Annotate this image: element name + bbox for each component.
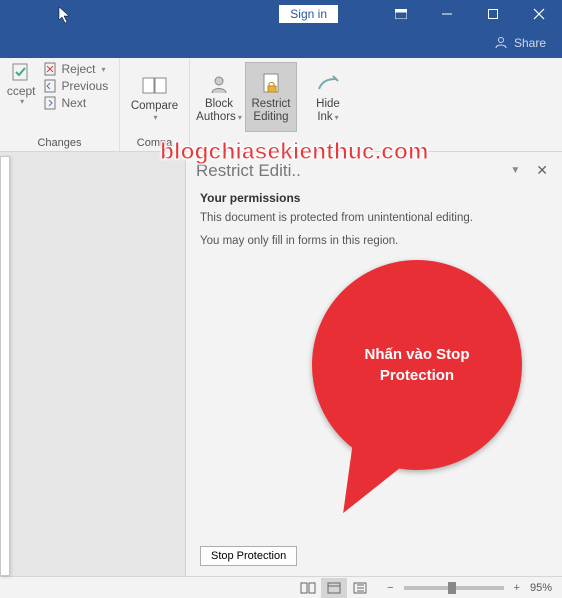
print-layout-button[interactable] xyxy=(321,578,347,598)
zoom-level[interactable]: 95% xyxy=(530,582,552,594)
block-authors-button[interactable]: Block Authors▾ xyxy=(193,62,245,132)
next-button[interactable]: Next xyxy=(40,96,113,110)
ribbon-group-compare: Compare ▾ Compa xyxy=(120,58,190,151)
ribbon-group-protect: Block Authors▾ Restrict Editing xyxy=(190,58,300,151)
share-icon xyxy=(494,35,508,52)
ribbon: ccept ▾ Reject▾ Previous Next Changes xyxy=(0,58,562,152)
zoom-controls: − + 95% xyxy=(383,582,552,594)
sign-in-button[interactable]: Sign in xyxy=(279,5,338,23)
ribbon-group-ink: Hide Ink▾ xyxy=(300,58,356,151)
zoom-out-button[interactable]: − xyxy=(383,582,397,594)
restrict-editing-pane: Restrict Editi.. ▼ ✕ Your permissions Th… xyxy=(185,152,562,576)
status-bar: − + 95% xyxy=(0,576,562,598)
group-label-compare: Compa xyxy=(137,137,172,149)
web-layout-button[interactable] xyxy=(347,578,373,598)
pane-close-button[interactable]: ✕ xyxy=(532,160,552,181)
window-controls xyxy=(378,0,562,28)
ribbon-display-icon[interactable] xyxy=(378,0,424,28)
minimize-button[interactable] xyxy=(424,0,470,28)
zoom-in-button[interactable]: + xyxy=(510,582,524,594)
ribbon-group-changes: ccept ▾ Reject▾ Previous Next Changes xyxy=(0,58,120,151)
content-area: Restrict Editi.. ▼ ✕ Your permissions Th… xyxy=(0,152,562,576)
permissions-text-1: This document is protected from unintent… xyxy=(200,211,548,226)
hide-ink-button[interactable]: Hide Ink▾ xyxy=(302,62,354,132)
document-area[interactable] xyxy=(0,152,185,576)
previous-button[interactable]: Previous xyxy=(40,79,113,93)
zoom-slider[interactable] xyxy=(404,586,504,590)
title-bar: Sign in xyxy=(0,0,562,28)
permissions-text-2: You may only fill in forms in this regio… xyxy=(200,234,548,249)
document-page xyxy=(0,156,10,576)
group-label-changes: Changes xyxy=(37,137,81,149)
pane-options-dropdown[interactable]: ▼ xyxy=(506,161,524,180)
reject-button[interactable]: Reject▾ xyxy=(40,62,113,76)
permissions-heading: Your permissions xyxy=(200,191,548,205)
restrict-editing-button[interactable]: Restrict Editing xyxy=(245,62,297,132)
stop-protection-button[interactable]: Stop Protection xyxy=(200,546,297,566)
close-button[interactable] xyxy=(516,0,562,28)
read-mode-button[interactable] xyxy=(295,578,321,598)
compare-button[interactable]: Compare ▾ xyxy=(129,62,181,132)
maximize-button[interactable] xyxy=(470,0,516,28)
pane-title: Restrict Editi.. xyxy=(196,161,498,181)
accept-button[interactable]: ccept ▾ xyxy=(7,62,36,107)
share-button[interactable]: Share xyxy=(514,36,546,50)
cursor-pointer-icon xyxy=(58,6,72,29)
share-bar: Share xyxy=(0,28,562,58)
